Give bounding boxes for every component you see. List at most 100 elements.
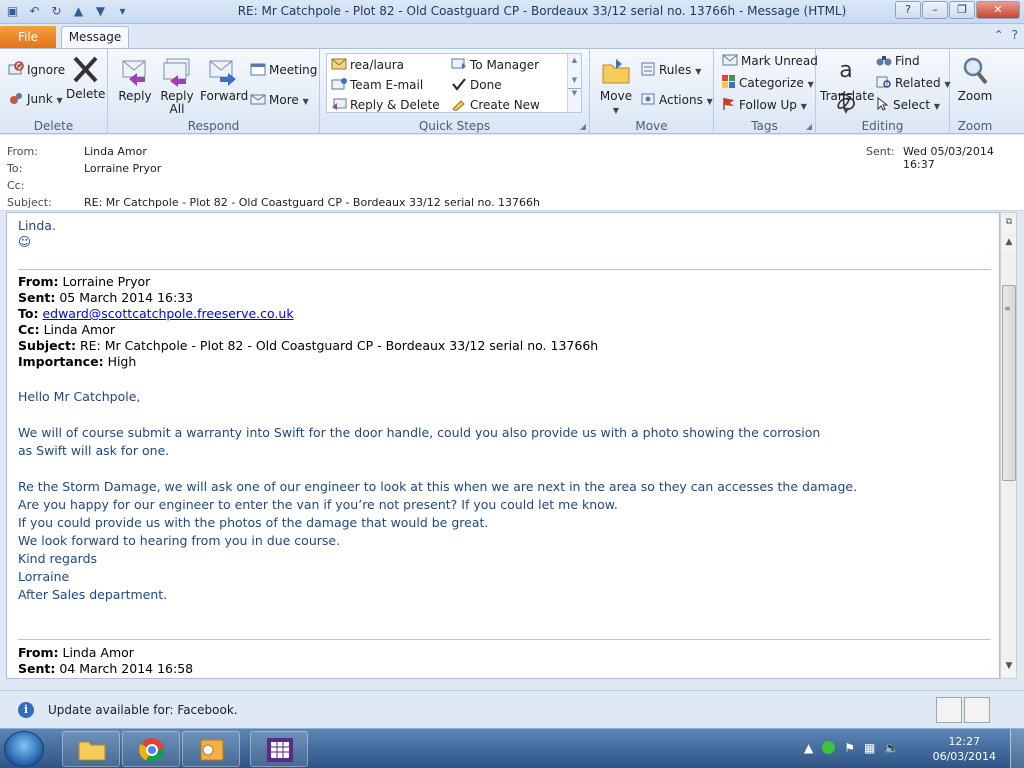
delete-icon (69, 53, 101, 85)
from-value[interactable]: Linda Amor (84, 145, 147, 158)
help-icon[interactable]: ? (1012, 28, 1018, 42)
rules-button[interactable]: Rules ▼ (640, 61, 701, 80)
minimize-button[interactable]: – (922, 1, 948, 19)
scroll-up-arrow-icon[interactable]: ▲ (1002, 237, 1016, 253)
chrome-taskbar-icon[interactable] (122, 731, 180, 767)
forward-button[interactable]: Forward (200, 55, 248, 103)
close-button[interactable]: ✕ (976, 1, 1020, 19)
clock-date: 06/03/2014 (932, 750, 996, 763)
show-hidden-icons-icon[interactable]: ▲ (804, 741, 813, 755)
system-tray: ▲ ⚑ ▦ 🔈 12:27 06/03/2014 (804, 729, 1024, 768)
quick-steps-scrollbar[interactable]: ▲ ▼ ▼ (567, 54, 581, 112)
ignore-icon (8, 61, 24, 80)
show-desktop-button[interactable] (1010, 729, 1024, 768)
quick-step-done[interactable]: Done (451, 77, 502, 94)
to-value[interactable]: Lorraine Pryor (84, 162, 161, 175)
meeting-button[interactable]: Meeting (250, 61, 317, 80)
quick-step-team-email[interactable]: Team E-mail (331, 77, 423, 94)
tags-launcher-icon[interactable]: ◢ (806, 122, 812, 131)
quick-step-create-new[interactable]: Create New (451, 97, 540, 114)
magnifier-icon (959, 55, 991, 87)
delete-group: Ignore Junk ▼ Delete Delete (0, 49, 108, 134)
categorize-button[interactable]: Categorize ▼ (722, 75, 814, 92)
select-button[interactable]: Select ▼ (876, 96, 940, 114)
person-avatar-icon[interactable] (936, 697, 962, 723)
quick-step-rea-laura[interactable]: rea/laura (331, 57, 404, 74)
binoculars-icon (876, 53, 892, 70)
reply-all-button[interactable]: Reply All (158, 55, 196, 116)
body-line: Are you happy for our engineer to enter … (18, 497, 618, 512)
tags-group: Mark Unread Categorize ▼ Follow Up ▼ Tag… (714, 49, 818, 134)
related-icon (876, 75, 892, 92)
scroll-up-icon[interactable]: ▲ (568, 56, 581, 64)
status-green-icon[interactable] (822, 741, 836, 754)
scroll-down-arrow-icon[interactable]: ▼ (1002, 661, 1016, 677)
actions-icon (640, 91, 656, 110)
outlook-taskbar-icon[interactable] (182, 731, 240, 767)
checkmark-icon (451, 77, 467, 94)
network-icon[interactable]: ▦ (864, 741, 875, 755)
maximize-button[interactable]: ❐ (949, 1, 975, 19)
sent-label: Sent: (866, 145, 895, 158)
body-line: as Swift will ask for one. (18, 443, 170, 458)
message-body[interactable]: Linda. ☺ From: Lorraine Pryor Sent: 05 M… (6, 212, 1000, 679)
reply-button[interactable]: Reply (116, 55, 154, 103)
body-line: We look forward to hearing from you in d… (18, 533, 341, 548)
move-group-label: Move (635, 119, 668, 133)
ignore-button[interactable]: Ignore (8, 61, 65, 80)
related-button[interactable]: Related ▼ (876, 75, 951, 92)
cc-label: Cc: (7, 179, 25, 192)
more-icon (250, 91, 266, 110)
scroll-thumb[interactable] (1002, 285, 1016, 481)
scroll-down-icon[interactable]: ▼ (568, 76, 581, 84)
expand-gallery-icon[interactable]: ▼ (568, 88, 581, 97)
people-pane-bar: i Update available for: Facebook. (0, 690, 1024, 728)
mark-unread-button[interactable]: Mark Unread (722, 53, 818, 70)
to-label: To: (7, 162, 23, 175)
quick-steps-label: Quick Steps (418, 119, 491, 133)
info-icon: i (18, 702, 34, 718)
action-center-flag-icon[interactable]: ⚑ (844, 741, 855, 755)
subject-label: Subject: (7, 196, 52, 209)
forward-icon (206, 55, 238, 87)
translate-button[interactable]: aあ Translate ▼ (820, 55, 875, 117)
quick-step-reply-delete[interactable]: Reply & Delete (331, 97, 440, 114)
clock[interactable]: 12:27 06/03/2014 (933, 734, 996, 764)
actions-button[interactable]: Actions ▼ (640, 91, 713, 110)
quote-separator (18, 269, 991, 270)
tab-message[interactable]: Message (61, 26, 129, 49)
zoom-group: Zoom Zoom (950, 49, 1000, 134)
vertical-scrollbar[interactable]: ⧉ ▲ ≡ ▼ (1000, 212, 1017, 679)
reply-all-icon (161, 55, 193, 87)
quick-step-to-manager[interactable]: To Manager (451, 57, 539, 74)
sent-value: Wed 05/03/2014 16:37 (903, 145, 994, 171)
body-line: Hello Mr Catchpole, (18, 389, 141, 404)
from-label: From: (7, 145, 38, 158)
message-header: From: Linda Amor To: Lorraine Pryor Cc: … (0, 135, 1024, 211)
app-taskbar-icon[interactable] (250, 731, 308, 767)
zoom-button[interactable]: Zoom (956, 55, 994, 103)
minimize-ribbon-icon[interactable]: ⌃ (994, 28, 1004, 42)
junk-button[interactable]: Junk ▼ (8, 90, 63, 109)
translate-icon: aあ (834, 58, 857, 115)
window-title: RE: Mr Catchpole - Plot 82 - Old Coastgu… (237, 4, 847, 18)
help-button[interactable]: ? (895, 1, 921, 19)
body-line: We will of course submit a warranty into… (18, 425, 821, 440)
dialog-launcher-icon[interactable]: ◢ (580, 122, 586, 131)
tab-file[interactable]: File (0, 26, 56, 48)
explorer-taskbar-icon[interactable] (62, 731, 120, 767)
update-notice[interactable]: Update available for: Facebook. (48, 703, 238, 717)
rules-icon (640, 61, 656, 80)
delete-button[interactable]: Delete (66, 53, 105, 101)
envelope-icon (331, 57, 347, 74)
follow-up-button[interactable]: Follow Up ▼ (722, 97, 807, 114)
split-icon[interactable]: ⧉ (1002, 217, 1016, 233)
find-button[interactable]: Find (876, 53, 920, 70)
person-avatar-icon[interactable] (964, 697, 990, 723)
start-button[interactable] (4, 731, 44, 767)
move-button[interactable]: Move ▼ (596, 55, 636, 117)
more-button[interactable]: More ▼ (250, 91, 309, 110)
zoom-group-label: Zoom (957, 119, 993, 133)
email-link[interactable]: edward@scottcatchpole.freeserve.co.uk (42, 306, 293, 321)
volume-icon[interactable]: 🔈 (884, 741, 899, 755)
